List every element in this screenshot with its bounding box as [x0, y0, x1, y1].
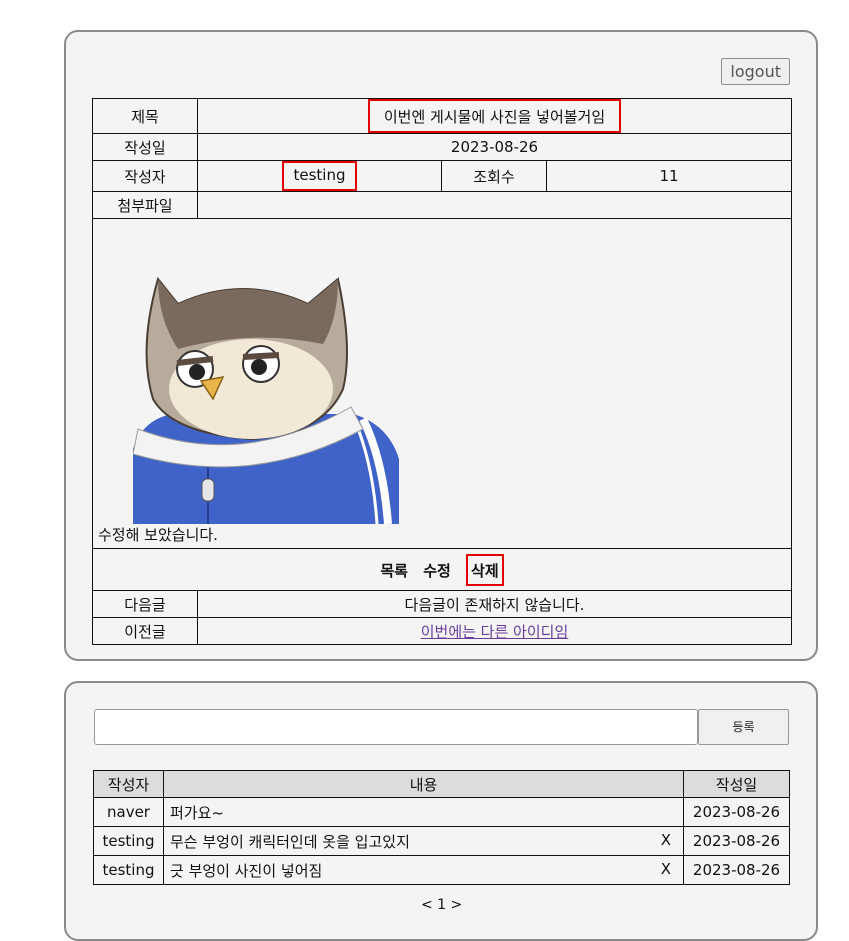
prev-post-label: 이전글 [92, 617, 198, 645]
comment-text: 무슨 부엉이 캐릭터인데 옷을 입고있지 [170, 832, 410, 851]
post-actions: 목록 수정 삭제 [92, 548, 792, 591]
comment-date: 2023-08-26 [683, 826, 790, 856]
post-date: 2023-08-26 [197, 133, 792, 161]
next-post-value: 다음글이 존재하지 않습니다. [197, 590, 792, 618]
comment-date: 2023-08-26 [683, 797, 790, 827]
next-post-label: 다음글 [92, 590, 198, 618]
comment-text: 퍼가요~ [170, 803, 224, 822]
comment-writer: testing [93, 826, 164, 856]
post-views: 11 [546, 160, 792, 192]
comment-row: naver 퍼가요~ 2023-08-26 [93, 797, 790, 827]
comments-header-content: 내용 [163, 770, 684, 798]
post-title: 이번엔 게시물에 사진을 넣어볼거임 [367, 99, 622, 133]
comment-text-cell: 무슨 부엉이 캐릭터인데 옷을 입고있지 X [163, 826, 684, 856]
comment-text-cell: 퍼가요~ [163, 797, 684, 827]
comments-table: 작성자 내용 작성일 naver 퍼가요~ 2023-08-26 testing… [93, 770, 790, 885]
post-content-text: 수정해 보았습니다. [98, 526, 218, 544]
prev-post-cell: 이번에는 다른 아이디임 [197, 617, 792, 645]
comment-row: testing 무슨 부엉이 캐릭터인데 옷을 입고있지 X 2023-08-2… [93, 826, 790, 856]
list-button[interactable]: 목록 [380, 562, 408, 580]
comment-text-cell: 긋 부엉이 사진이 넣어짐 X [163, 855, 684, 885]
attachment-label: 첨부파일 [92, 191, 198, 219]
post-content: 수정해 보았습니다. [92, 218, 792, 549]
comment-date: 2023-08-26 [683, 855, 790, 885]
title-cell: 이번엔 게시물에 사진을 넣어볼거임 [197, 98, 792, 134]
comment-input[interactable] [94, 709, 698, 745]
post-table: 제목 이번엔 게시물에 사진을 넣어볼거임 작성일 2023-08-26 작성자… [92, 98, 792, 645]
comment-row: testing 긋 부엉이 사진이 넣어짐 X 2023-08-26 [93, 855, 790, 885]
comment-delete-button[interactable]: X [661, 860, 671, 878]
edit-button[interactable]: 수정 [423, 562, 451, 580]
comment-delete-button[interactable]: X [661, 831, 671, 849]
post-writer: testing [282, 161, 357, 191]
comments-panel: 등록 작성자 내용 작성일 naver 퍼가요~ 2023-08-26 test… [64, 681, 818, 941]
post-detail-panel: logout 제목 이번엔 게시물에 사진을 넣어볼거임 작성일 2023-08… [64, 30, 818, 661]
owl-image [133, 276, 399, 524]
comment-writer: naver [93, 797, 164, 827]
comment-writer: testing [93, 855, 164, 885]
attachment-value [197, 191, 792, 219]
writer-cell: testing [197, 160, 442, 192]
writer-label: 작성자 [92, 160, 198, 192]
date-label: 작성일 [92, 133, 198, 161]
comment-text: 긋 부엉이 사진이 넣어짐 [170, 861, 323, 880]
logout-button[interactable]: logout [721, 58, 790, 85]
delete-button[interactable]: 삭제 [466, 553, 504, 586]
comments-header-date: 작성일 [683, 770, 790, 798]
comment-submit-button[interactable]: 등록 [698, 709, 789, 745]
prev-post-link[interactable]: 이번에는 다른 아이디임 [421, 623, 569, 641]
comments-header-writer: 작성자 [93, 770, 164, 798]
views-label: 조회수 [441, 160, 547, 192]
title-label: 제목 [92, 98, 198, 134]
